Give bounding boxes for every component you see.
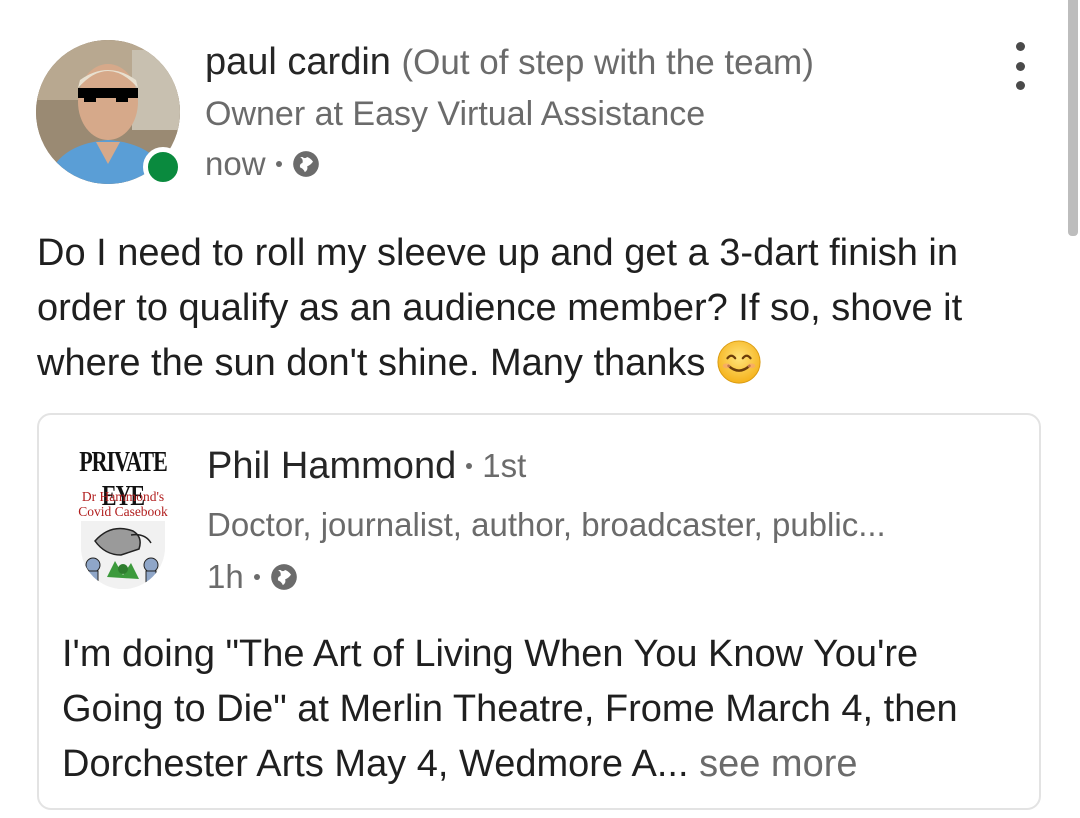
shared-author-name-line[interactable]: Phil Hammond 1st — [207, 441, 526, 491]
separator-dot — [253, 574, 260, 580]
author-headline: Owner at Easy Virtual Assistance — [205, 95, 706, 133]
author-tagline: (Out of step with the team) — [401, 43, 814, 82]
online-status-indicator — [143, 147, 183, 187]
shared-author-headline: Doctor, journalist, author, broadcaster,… — [207, 506, 886, 543]
post-time: now — [205, 145, 266, 182]
shared-post-card[interactable]: PRIVATE EYE Dr Hammond's Covid Casebook … — [37, 413, 1041, 810]
scrollbar[interactable] — [1068, 0, 1078, 236]
avatar-illustration — [81, 521, 165, 589]
separator-dot — [275, 161, 282, 167]
more-vertical-icon — [1015, 42, 1025, 51]
shared-post-meta: 1h — [207, 555, 298, 599]
post-body: Do I need to roll my sleeve up and get a… — [37, 232, 963, 384]
more-vertical-icon-dot — [1015, 81, 1025, 90]
globe-icon — [270, 564, 297, 590]
avatar-caption: Dr Hammond's Covid Casebook — [78, 489, 168, 519]
smiling-face-emoji — [717, 340, 761, 384]
shared-author-name[interactable]: Phil Hammond — [207, 441, 456, 491]
globe-icon — [292, 151, 319, 177]
post-screen: paul cardin (Out of step with the team) … — [0, 0, 1080, 818]
shared-author-avatar[interactable]: PRIVATE EYE Dr Hammond's Covid Casebook — [71, 445, 175, 589]
author-name[interactable]: paul cardin — [205, 41, 391, 83]
more-options-button[interactable] — [1004, 42, 1036, 90]
author-name-line[interactable]: paul cardin (Out of step with the team) — [205, 38, 814, 87]
separator-dot — [466, 463, 473, 469]
more-vertical-icon-dot — [1015, 61, 1025, 71]
see-more-link[interactable]: see more — [699, 743, 857, 785]
shared-post-time: 1h — [207, 558, 244, 595]
post-meta: now — [205, 142, 320, 186]
post-text[interactable]: Do I need to roll my sleeve up and get a… — [37, 226, 1047, 391]
shared-post-text[interactable]: I'm doing "The Art of Living When You Kn… — [62, 627, 1022, 792]
connection-degree: 1st — [482, 447, 527, 484]
